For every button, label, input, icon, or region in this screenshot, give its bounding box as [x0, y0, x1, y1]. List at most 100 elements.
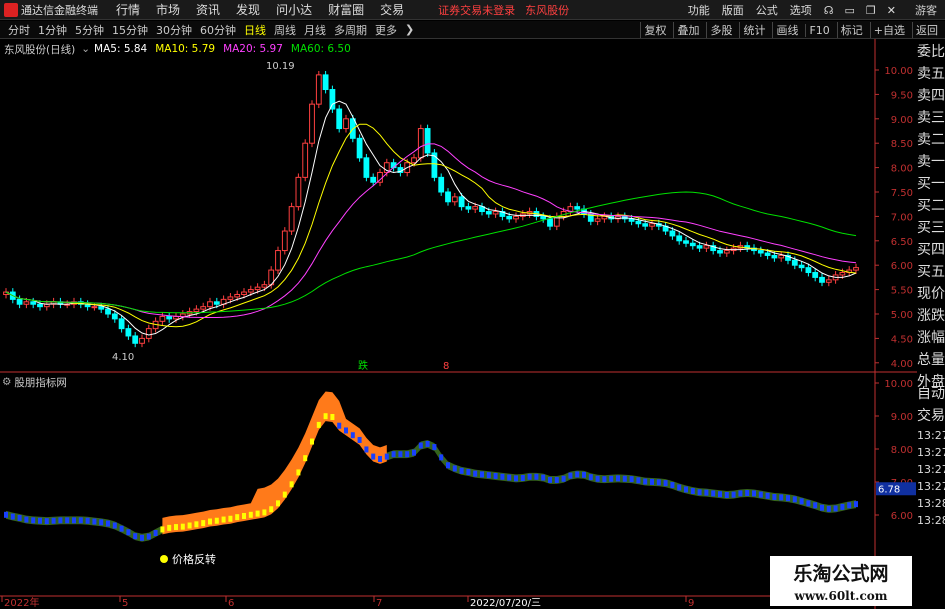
dropdown-circle-icon[interactable]: ⌄: [81, 43, 90, 55]
period-15min[interactable]: 15分钟: [112, 22, 148, 38]
price-tick-label: 6.50: [891, 237, 913, 248]
indicator-step: [493, 472, 498, 479]
candle-body: [798, 264, 805, 269]
price-tick-label: 10.00: [884, 66, 913, 77]
trade-label[interactable]: 交易: [917, 405, 945, 427]
menu-jiaoyi[interactable]: 交易: [380, 1, 404, 18]
ma10-line: [5, 123, 857, 328]
minimize-icon[interactable]: ▭: [845, 4, 855, 17]
candle-body: [465, 206, 472, 210]
tool-fanhui[interactable]: 返回: [912, 22, 941, 38]
tool-duogu[interactable]: 多股: [706, 22, 735, 38]
indicator-step: [711, 490, 716, 497]
candle-body: [91, 306, 98, 309]
menu-xuanxiang[interactable]: 选项: [790, 2, 812, 18]
price-tick-label: 7.50: [891, 188, 913, 199]
candle-body: [791, 259, 798, 266]
menu-gongneng[interactable]: 功能: [688, 2, 710, 18]
candle-body: [356, 137, 363, 159]
tool-tongji[interactable]: 统计: [739, 22, 768, 38]
menu-shichang[interactable]: 市场: [156, 1, 180, 18]
candle-body: [574, 206, 581, 210]
indicator-step: [792, 496, 797, 503]
candle-body: [166, 315, 173, 320]
menu-faxian[interactable]: 发现: [236, 1, 260, 18]
indicator-step: [418, 442, 423, 449]
menu-banmian[interactable]: 版面: [722, 2, 744, 18]
trade-time: 13:27: [917, 446, 945, 459]
indicator-step: [78, 517, 83, 524]
period-fenshi[interactable]: 分时: [8, 22, 30, 38]
tool-huaxian[interactable]: 画线: [772, 22, 801, 38]
chevron-right-icon[interactable]: ❯: [405, 23, 414, 36]
side-label: 卖三: [917, 110, 945, 126]
time-tick-label: 7: [376, 598, 382, 609]
indicator-step: [520, 474, 525, 481]
candle-body: [540, 215, 547, 220]
app-logo-icon: [4, 2, 18, 17]
indicator-step: [527, 473, 532, 480]
tool-biaoji[interactable]: 标记: [836, 22, 866, 38]
indicator-step: [813, 502, 818, 509]
candle-body: [717, 250, 723, 254]
candle-body: [594, 218, 601, 222]
candle-body: [819, 276, 825, 283]
restore-icon[interactable]: ❐: [866, 4, 876, 17]
tool-f10[interactable]: F10: [805, 23, 832, 37]
indicator-step: [446, 462, 450, 469]
period-weekly[interactable]: 周线: [274, 22, 296, 38]
candle-body: [213, 301, 220, 305]
candle-body: [683, 240, 689, 244]
period-1min[interactable]: 1分钟: [38, 22, 67, 38]
period-5min[interactable]: 5分钟: [75, 22, 104, 38]
chart-canvas[interactable]: 10.00 9.50 9.00 8.50 8.00 7.50 7.00 6.50 6.00 5.5…: [0, 39, 917, 609]
menu-hangqing[interactable]: 行情: [116, 1, 140, 18]
period-monthly[interactable]: 月线: [304, 22, 326, 38]
indicator-step: [276, 500, 280, 507]
menu-zixun[interactable]: 资讯: [196, 1, 220, 18]
guest-label[interactable]: 游客: [915, 2, 937, 18]
indicator-step: [466, 469, 471, 476]
settings-gear-icon[interactable]: ⚙: [2, 376, 11, 388]
candle-body: [329, 89, 336, 110]
tool-zixuan[interactable]: +自选: [869, 22, 908, 38]
candle-body: [472, 206, 479, 210]
candle-body: [118, 318, 125, 330]
menu-caifuquan[interactable]: 财富圈: [328, 1, 364, 18]
indicator-step: [554, 476, 559, 483]
period-30min[interactable]: 30分钟: [156, 22, 192, 38]
app-title: 通达信金融终端: [21, 3, 98, 17]
menu-gongshi[interactable]: 公式: [756, 2, 778, 18]
trade-time: 13:27: [917, 429, 945, 442]
tool-fuquan[interactable]: 复权: [640, 22, 669, 38]
indicator-step: [405, 451, 410, 458]
candle-body: [492, 211, 499, 215]
tool-diejia[interactable]: 叠加: [673, 22, 702, 38]
side-label: 委比: [917, 44, 945, 60]
indicator-step: [779, 494, 784, 501]
period-more[interactable]: 更多: [375, 22, 397, 38]
indicator-step: [480, 471, 484, 478]
candle-body: [805, 267, 812, 274]
auto-trade-label[interactable]: 自动: [917, 383, 945, 405]
indicator-step: [235, 514, 240, 521]
close-icon[interactable]: ✕: [887, 4, 896, 17]
headset-icon[interactable]: ☊: [824, 4, 834, 17]
candle-body: [241, 291, 247, 295]
period-daily[interactable]: 日线: [244, 22, 266, 38]
indicator-name[interactable]: 股朋指标网: [14, 375, 67, 390]
indicator-step: [126, 529, 131, 536]
period-60min[interactable]: 60分钟: [200, 22, 236, 38]
indicator-step: [4, 511, 8, 518]
period-multi[interactable]: 多周期: [334, 22, 367, 38]
indicator-step: [724, 492, 729, 499]
candle-body: [417, 128, 424, 159]
indicator-step: [697, 489, 702, 496]
login-warning[interactable]: 证券交易未登录: [438, 2, 515, 18]
title-bar: 通达信金融终端 行情 市场 资讯 发现 问小达 财富圈 交易 证券交易未登录 东…: [0, 0, 945, 20]
menu-wenxiaoda[interactable]: 问小达: [276, 1, 312, 18]
candle-body: [458, 196, 465, 208]
indicator-step: [745, 490, 750, 497]
indicator-step: [758, 491, 763, 498]
indicator-step: [806, 500, 811, 507]
